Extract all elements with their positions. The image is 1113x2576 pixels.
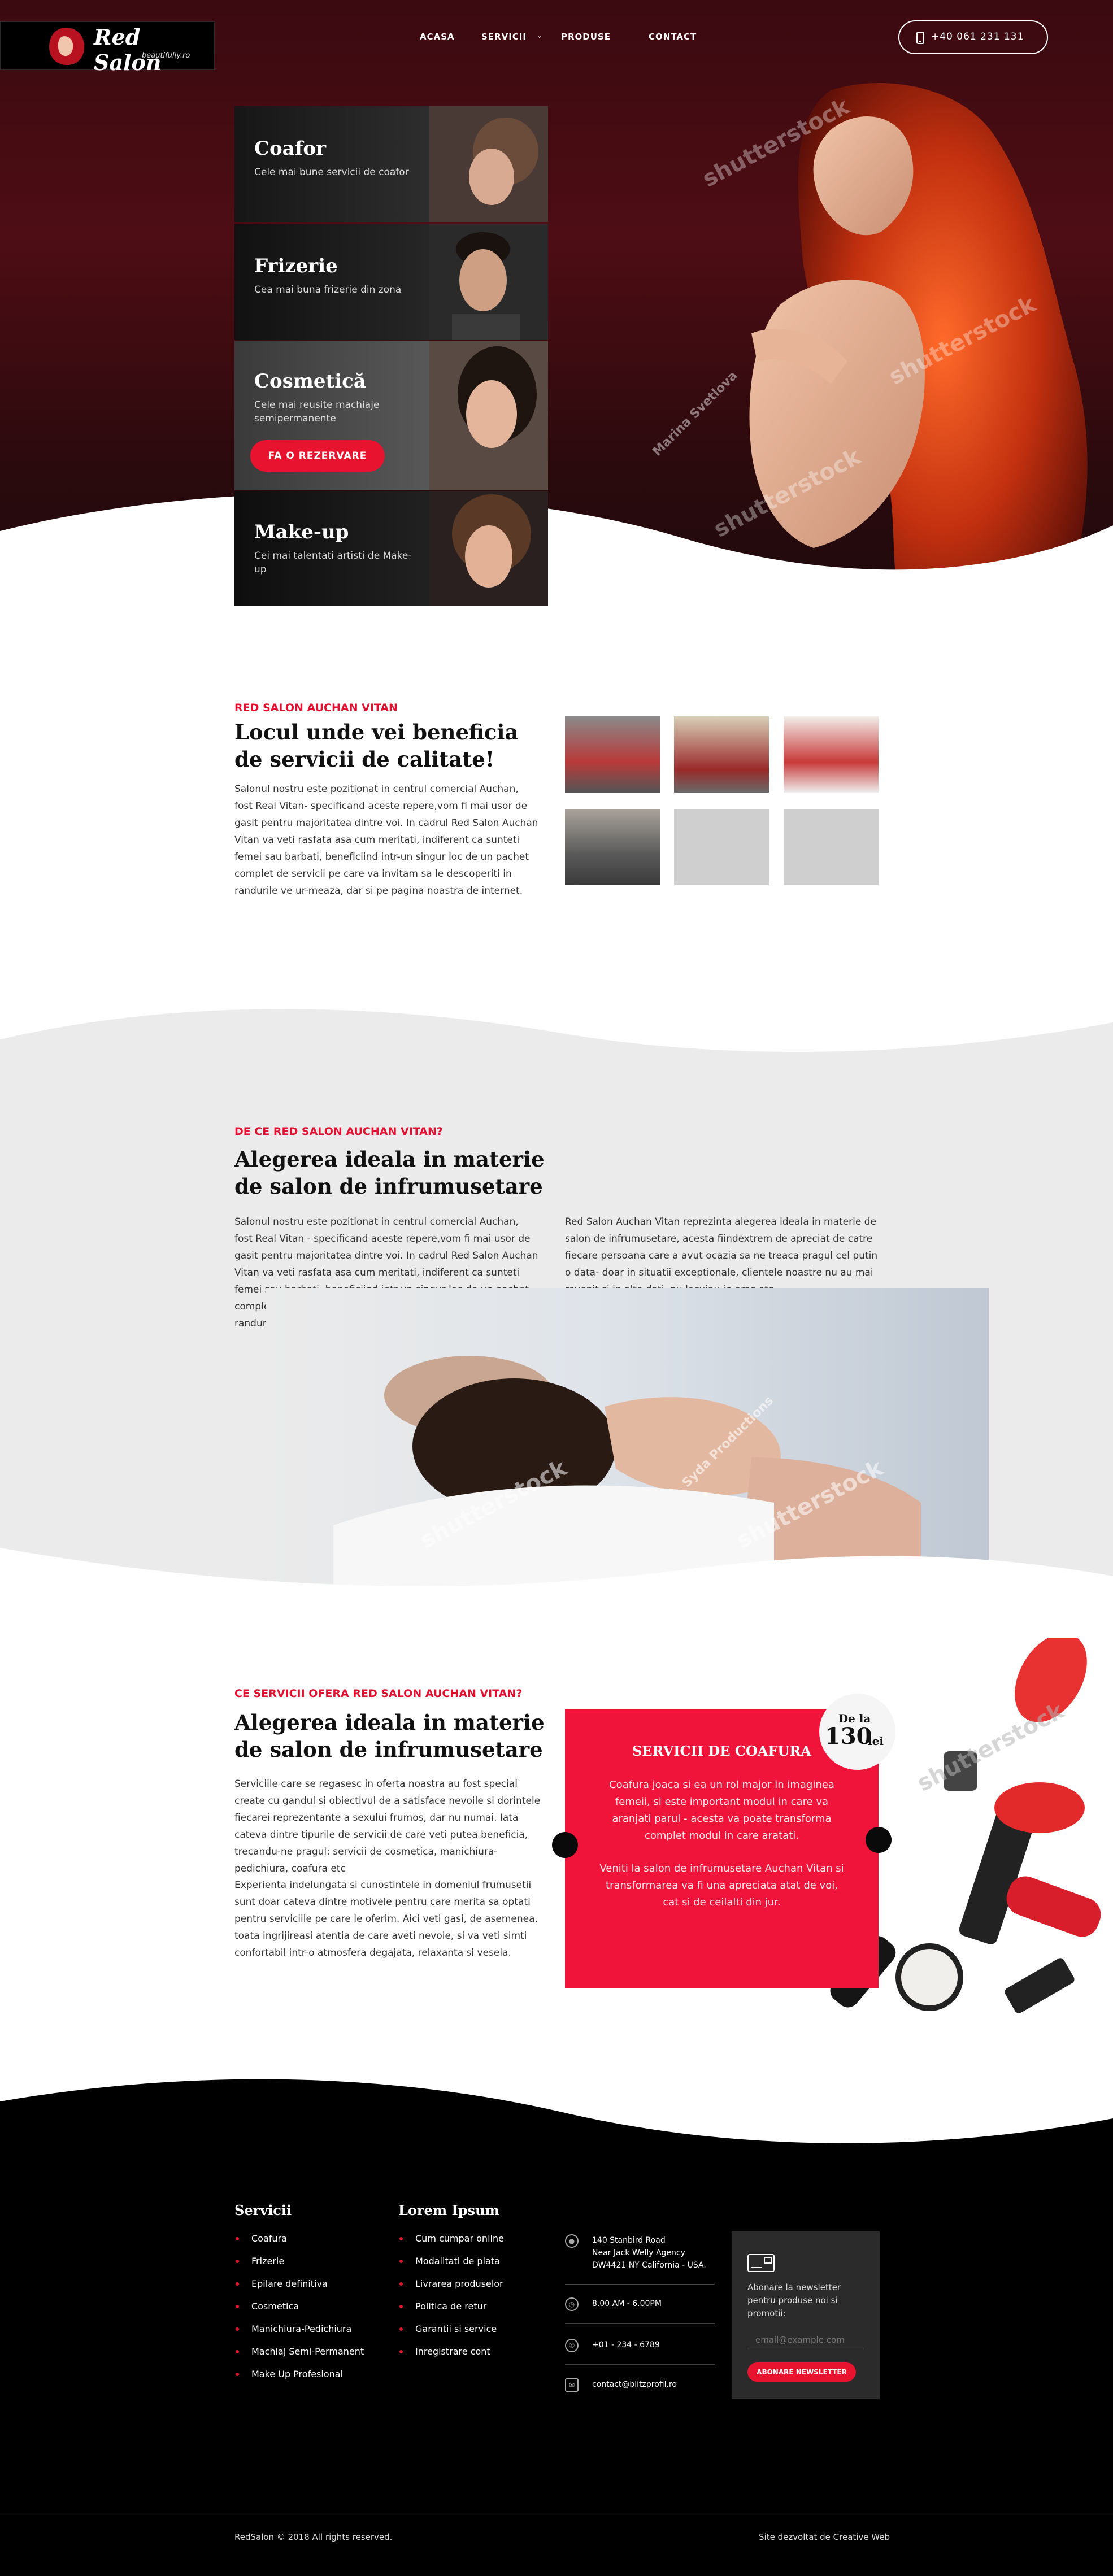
email-text: contact@blitzprofil.ro xyxy=(592,2380,677,2389)
services-eyebrow: CE SERVICII OFERA RED SALON AUCHAN VITAN… xyxy=(234,1687,523,1700)
slider-next-button[interactable] xyxy=(866,1827,892,1853)
why-eyebrow: DE CE RED SALON AUCHAN VITAN? xyxy=(234,1125,443,1138)
price-unit: lei xyxy=(868,1734,884,1748)
nav-acasa[interactable]: ACASA xyxy=(420,32,455,42)
why-text-right: Red Salon Auchan Vitan reprezinta aleger… xyxy=(565,1216,878,1295)
card-title: Coafor xyxy=(254,137,326,160)
footer-link[interactable]: Coafura xyxy=(236,2233,364,2256)
phone-text: +01 - 234 - 6789 xyxy=(592,2340,660,2349)
footer-link[interactable]: Inregistrare cont xyxy=(399,2346,504,2369)
footer-link[interactable]: Modalitati de plata xyxy=(399,2256,504,2278)
services-text-2: Experienta indelungata si cunostintele i… xyxy=(234,1879,538,1959)
hero-wave-divider xyxy=(0,493,1113,672)
card-portrait-image xyxy=(429,491,548,606)
price-badge: De la 130 lei xyxy=(819,1694,895,1770)
footer-background xyxy=(0,2079,1113,2576)
card-title: Make-up xyxy=(254,521,349,543)
newsletter-text: Abonare la newsletter pentru produse noi… xyxy=(747,2282,841,2318)
service-card-frizerie[interactable]: Frizerie Cea mai buna frizerie din zona xyxy=(234,224,548,340)
newsletter-box: Abonare la newsletter pentru produse noi… xyxy=(732,2231,880,2399)
phone-button[interactable]: +40 061 231 131 xyxy=(898,20,1048,54)
logo-subtitle: beautifully.ro xyxy=(142,51,190,60)
footer-servicii-list: Coafura Frizerie Epilare definitiva Cosm… xyxy=(236,2233,364,2391)
address-line: 140 Stanbird Road xyxy=(592,2236,666,2245)
footer-servicii-title: Servicii xyxy=(234,2202,292,2218)
divider xyxy=(565,2323,715,2324)
box-text-1: Coafura joaca si ea un rol major in imag… xyxy=(609,1779,834,1842)
box-text-2: Veniti la salon de infrumusetare Auchan … xyxy=(599,1863,844,1908)
phone-icon xyxy=(916,32,924,44)
chevron-down-icon[interactable]: ⌄ xyxy=(537,32,542,40)
slider-prev-button[interactable] xyxy=(552,1832,578,1858)
services-text-1: Serviciile care se regasesc in oferta no… xyxy=(234,1778,541,1874)
footer-link[interactable]: Machiaj Semi-Permanent xyxy=(236,2346,364,2369)
footer-info-list: Cum cumpar online Modalitati de plata Li… xyxy=(399,2233,504,2369)
service-card-cosmetica[interactable]: Cosmetică Cele mai reusite machiaje semi… xyxy=(234,341,548,490)
footer-link[interactable]: Politica de retur xyxy=(399,2301,504,2323)
footer-link[interactable]: Manichiura-Pedichiura xyxy=(236,2323,364,2346)
services-heading: Alegerea ideala in materie de salon de i… xyxy=(234,1710,545,1762)
salon-gallery-image[interactable] xyxy=(565,809,660,885)
salon-gallery-image[interactable] xyxy=(674,716,769,793)
location-pin-icon: ● xyxy=(565,2234,579,2248)
about-heading: Locul unde vei beneficia de servicii de … xyxy=(234,720,519,772)
hero-section: shutterstock shutterstock shutterstock M… xyxy=(0,0,1113,672)
newsletter-card-icon xyxy=(747,2254,775,2272)
footer-link[interactable]: Cum cumpar online xyxy=(399,2233,504,2256)
footer-link[interactable]: Frizerie xyxy=(236,2256,364,2278)
service-card-makeup[interactable]: Make-up Cei mai talentati artisti de Mak… xyxy=(234,491,548,606)
address-line: Near Jack Welly Agency xyxy=(592,2248,685,2257)
clock-icon: ◷ xyxy=(565,2297,579,2311)
card-description: Cele mai reusite machiaje semipermanente xyxy=(254,399,380,424)
price-value: 130 xyxy=(825,1723,872,1750)
logo-name: Red Salon xyxy=(94,24,162,75)
newsletter-subscribe-button[interactable]: ABONARE NEWSLETTER xyxy=(747,2362,856,2382)
about-eyebrow: RED SALON AUCHAN VITAN xyxy=(234,702,398,714)
footer-link[interactable]: Garantii si service xyxy=(399,2323,504,2346)
card-portrait-image xyxy=(429,341,548,490)
phone-number: +40 061 231 131 xyxy=(931,31,1024,42)
why-heading: Alegerea ideala in materie de salon de i… xyxy=(234,1147,545,1199)
divider xyxy=(565,2284,715,2285)
site-logo[interactable]: Red Salon beautifully.ro xyxy=(0,21,215,75)
footer-hours: ◷ 8.00 AM - 6.00PM xyxy=(565,2297,715,2312)
hours-text: 8.00 AM - 6.00PM xyxy=(592,2299,662,2308)
developer-credit[interactable]: Site dezvoltat de Creative Web xyxy=(759,2532,890,2542)
footer-link[interactable]: Epilare definitiva xyxy=(236,2278,364,2301)
footer-phone[interactable]: ✆ +01 - 234 - 6789 xyxy=(565,2339,715,2353)
salon-gallery-image[interactable] xyxy=(784,716,879,793)
nav-servicii[interactable]: SERVICII xyxy=(481,32,527,42)
salon-gallery-image[interactable] xyxy=(565,716,660,793)
address-line: DW4421 NY California - USA. xyxy=(592,2261,706,2270)
footer-link[interactable]: Cosmetica xyxy=(236,2301,364,2323)
nav-produse[interactable]: PRODUSE xyxy=(561,32,611,42)
card-portrait-image xyxy=(429,224,548,340)
footer-address: ● 140 Stanbird Road Near Jack Welly Agen… xyxy=(565,2234,715,2274)
mail-icon: ✉ xyxy=(565,2378,579,2392)
gallery-placeholder[interactable] xyxy=(674,809,769,885)
why-wave-divider xyxy=(0,1548,1113,1638)
footer-lorem-title: Lorem Ipsum xyxy=(398,2202,499,2218)
logo-woman-icon xyxy=(49,28,85,65)
card-description: Cea mai buna frizerie din zona xyxy=(254,284,402,295)
footer-link[interactable]: Make Up Profesional xyxy=(236,2369,364,2391)
card-description: Cele mai bune servicii de coafor xyxy=(254,167,409,178)
phone-icon: ✆ xyxy=(565,2339,579,2352)
card-description: Cei mai talentati artisti de Make-up xyxy=(254,550,412,575)
copyright: RedSalon © 2018 All rights reserved. xyxy=(234,2532,393,2542)
card-title: Frizerie xyxy=(254,255,338,277)
book-appointment-button[interactable]: FA O REZERVARE xyxy=(250,440,385,472)
gallery-placeholder[interactable] xyxy=(784,809,879,885)
footer-link[interactable]: Livrarea produselor xyxy=(399,2278,504,2301)
about-text: Salonul nostru este pozitionat in centru… xyxy=(234,784,538,897)
nav-contact[interactable]: CONTACT xyxy=(649,32,697,42)
footer-email[interactable]: ✉ contact@blitzprofil.ro xyxy=(565,2378,715,2393)
newsletter-email-input[interactable] xyxy=(747,2330,864,2349)
card-portrait-image xyxy=(429,106,548,222)
divider xyxy=(565,2364,715,2365)
service-card-coafor[interactable]: Coafor Cele mai bune servicii de coafor xyxy=(234,106,548,222)
card-title: Cosmetică xyxy=(254,370,366,393)
